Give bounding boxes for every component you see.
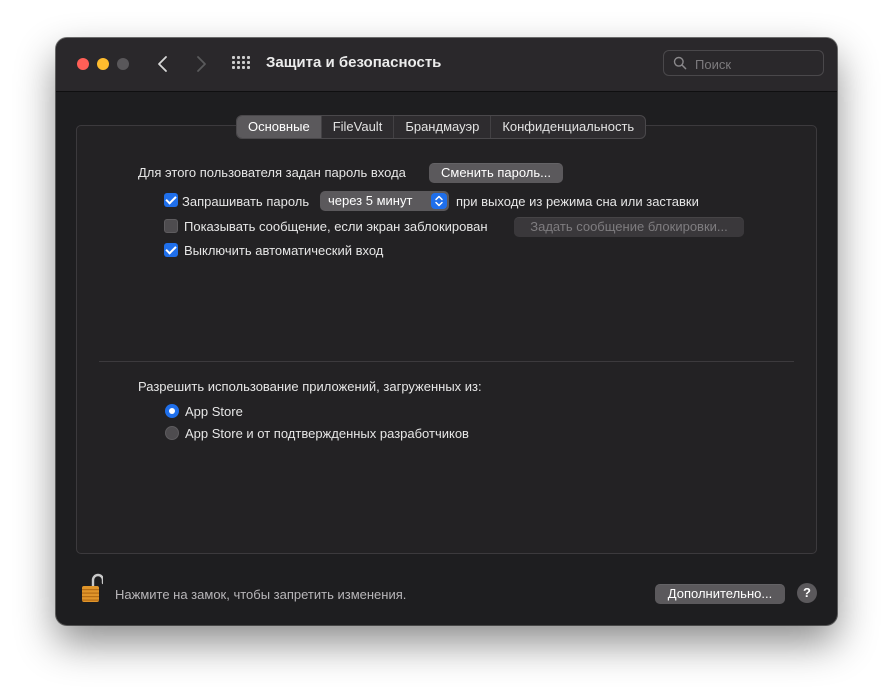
radio-app-store[interactable] bbox=[165, 404, 179, 418]
security-preferences-window: Защита и безопасность Основные FileVault… bbox=[56, 38, 837, 625]
title-bar: Защита и безопасность bbox=[56, 38, 837, 92]
disable-auto-login-label: Выключить автоматический вход bbox=[184, 243, 384, 258]
tab-privacy[interactable]: Конфиденциальность bbox=[491, 116, 645, 138]
set-lock-message-button[interactable]: Задать сообщение блокировки... bbox=[514, 217, 744, 237]
require-password-label: Запрашивать пароль bbox=[182, 194, 310, 209]
window-title: Защита и безопасность bbox=[266, 54, 442, 71]
password-set-label: Для этого пользователя задан пароль вход… bbox=[138, 165, 406, 180]
allow-apps-heading: Разрешить использование приложений, загр… bbox=[138, 379, 482, 394]
unlocked-padlock-icon[interactable] bbox=[81, 573, 105, 605]
search-input[interactable] bbox=[693, 54, 817, 74]
radio-app-store-label: App Store bbox=[185, 404, 243, 419]
tab-bar: Основные FileVault Брандмауэр Конфиденци… bbox=[236, 115, 647, 139]
minimize-button[interactable] bbox=[97, 58, 109, 70]
zoom-button[interactable] bbox=[117, 58, 129, 70]
tab-general[interactable]: Основные bbox=[237, 116, 322, 138]
search-field[interactable] bbox=[663, 50, 824, 76]
close-button[interactable] bbox=[77, 58, 89, 70]
change-password-button[interactable]: Сменить пароль... bbox=[429, 163, 563, 183]
require-password-suffix: при выходе из режима сна или заставки bbox=[456, 194, 699, 209]
help-button[interactable]: ? bbox=[797, 583, 817, 603]
tab-firewall[interactable]: Брандмауэр bbox=[394, 116, 492, 138]
tab-filevault[interactable]: FileVault bbox=[322, 116, 395, 138]
forward-icon[interactable] bbox=[191, 52, 211, 76]
show-message-checkbox[interactable] bbox=[164, 219, 178, 233]
radio-identified-developers-label: App Store и от подтвержденных разработчи… bbox=[185, 426, 469, 441]
section-divider bbox=[99, 361, 794, 362]
tab-content-panel bbox=[76, 125, 817, 554]
search-icon bbox=[673, 56, 687, 70]
lock-instruction-text: Нажмите на замок, чтобы запретить измене… bbox=[115, 587, 407, 602]
show-message-label: Показывать сообщение, если экран заблоки… bbox=[184, 219, 488, 234]
back-icon[interactable] bbox=[153, 52, 173, 76]
require-password-checkbox[interactable] bbox=[164, 193, 178, 207]
popup-arrows-icon bbox=[431, 193, 447, 209]
password-delay-popup[interactable]: через 5 минут bbox=[320, 191, 449, 211]
show-all-grid-icon[interactable] bbox=[232, 56, 250, 70]
advanced-button[interactable]: Дополнительно... bbox=[655, 584, 785, 604]
password-delay-value: через 5 минут bbox=[328, 193, 413, 208]
radio-app-store-identified-developers[interactable] bbox=[165, 426, 179, 440]
disable-auto-login-checkbox[interactable] bbox=[164, 243, 178, 257]
